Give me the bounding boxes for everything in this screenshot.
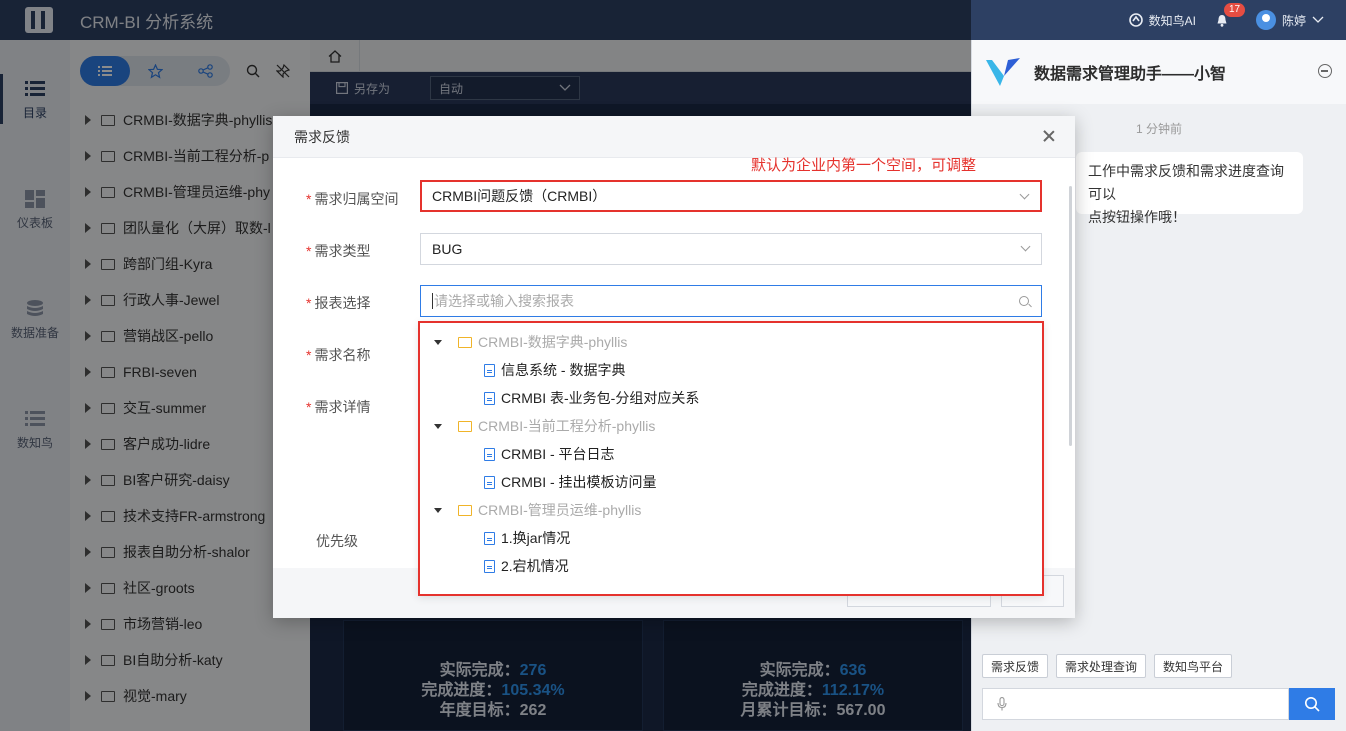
notification-count: 17 [1223,2,1246,17]
report-search-input[interactable]: 请选择或输入搜索报表 [420,285,1042,317]
chat-input[interactable] [982,688,1289,720]
folder-icon [458,504,472,516]
report-doc-icon [484,559,495,573]
assistant-message: 工作中需求反馈和需求进度查询可以 点按钮操作哦！ [1076,152,1303,225]
message-line: 工作中需求反馈和需求进度查询可以 [1088,163,1284,202]
type-value: BUG [432,241,463,257]
dropdown-report-item[interactable]: CRMBI 表-业务包-分组对应关系 [484,384,699,412]
space-value: CRMBI问题反馈（CRMBI） [432,188,607,204]
dropdown-report-item[interactable]: 信息系统 - 数据字典 [484,356,625,384]
dropdown-report-item[interactable]: CRMBI - 挂出模板访问量 [484,468,657,496]
platform-button[interactable]: 数知鸟平台 [1154,654,1233,678]
dialog-scrollbar[interactable] [1069,186,1072,446]
group-label: CRMBI-当前工程分析-phyllis [478,418,656,434]
report-label: CRMBI - 挂出模板访问量 [501,474,657,490]
notification-button[interactable]: 17 [1216,2,1246,27]
report-dropdown: CRMBI-数据字典-phyllis 信息系统 - 数据字典 CRMBI 表-业务包… [418,321,1044,596]
report-label: 1.换jar情况 [501,530,571,546]
dropdown-group[interactable]: CRMBI-管理员运维-phyllis [434,496,641,524]
text-caret [432,293,433,309]
report-label: * 报表选择 [306,295,371,311]
collapse-arrow-icon[interactable] [434,507,442,513]
group-label: CRMBI-数据字典-phyllis [478,334,628,350]
header-actions: 数知鸟AI 17 陈婷 [1128,0,1324,40]
dropdown-report-item[interactable]: 2.宕机情况 [484,552,569,580]
quick-actions: 需求反馈 需求处理查询 数知鸟平台 [982,654,1233,678]
report-doc-icon [484,391,495,405]
folder-icon [458,420,472,432]
detail-label: * 需求详情 [306,399,371,415]
ai-entry[interactable]: 数知鸟AI [1128,12,1196,29]
type-label: * 需求类型 [306,243,371,259]
ai-label: 数知鸟AI [1148,13,1196,28]
chevron-down-icon [1312,16,1324,23]
search-icon [1305,697,1320,712]
group-label: CRMBI-管理员运维-phyllis [478,502,642,518]
dialog-title: 需求反馈 [294,128,350,145]
ai-bird-icon [1128,13,1143,27]
name-label: * 需求名称 [306,347,371,363]
label-text: 报表选择 [314,295,371,311]
chevron-down-icon [1019,189,1030,200]
user-menu[interactable]: 陈婷 [1255,10,1324,30]
assistant-title: 数据需求管理助手——小智 [1034,66,1227,83]
label-text: 需求归属空间 [314,191,399,207]
microphone-icon[interactable] [997,697,1007,711]
space-select[interactable]: CRMBI问题反馈（CRMBI） [420,180,1042,212]
report-label: 2.宕机情况 [501,558,569,574]
report-doc-icon [484,531,495,545]
report-label: 信息系统 - 数据字典 [501,362,626,378]
assistant-logo-icon [986,58,1020,86]
report-placeholder: 请选择或输入搜索报表 [434,293,574,309]
priority-label: 优先级 [316,533,358,549]
collapse-arrow-icon[interactable] [434,339,442,345]
report-label: CRMBI - 平台日志 [501,446,615,462]
message-line: 点按钮操作哦！ [1088,209,1186,225]
close-icon[interactable] [1043,130,1055,142]
label-text: 需求类型 [314,243,371,259]
label-text: 需求名称 [314,347,371,363]
type-select[interactable]: BUG [420,233,1042,265]
avatar [1255,10,1276,30]
label-text: 需求详情 [314,399,371,415]
assistant-header: 数据需求管理助手——小智 [972,40,1346,104]
minimize-icon[interactable] [1318,64,1332,78]
dropdown-report-item[interactable]: CRMBI - 平台日志 [484,440,615,468]
report-label: CRMBI 表-业务包-分组对应关系 [501,390,700,406]
query-button[interactable]: 需求处理查询 [1056,654,1147,678]
collapse-arrow-icon[interactable] [434,423,442,429]
folder-icon [458,336,472,348]
report-doc-icon [484,447,495,461]
report-doc-icon [484,363,495,377]
feedback-button[interactable]: 需求反馈 [982,654,1049,678]
dropdown-report-item[interactable]: 1.换jar情况 [484,524,570,552]
annotation-note: 默认为企业内第一个空间，可调整 [751,157,977,174]
send-search-button[interactable] [1289,688,1335,720]
report-doc-icon [484,475,495,489]
user-name: 陈婷 [1281,13,1306,28]
chevron-down-icon [1020,241,1031,252]
dropdown-group[interactable]: CRMBI-当前工程分析-phyllis [434,412,655,440]
dropdown-group[interactable]: CRMBI-数据字典-phyllis [434,328,627,356]
space-label: * 需求归属空间 [306,191,399,207]
search-icon [1019,296,1029,306]
dialog-header: 需求反馈 [273,116,1075,158]
